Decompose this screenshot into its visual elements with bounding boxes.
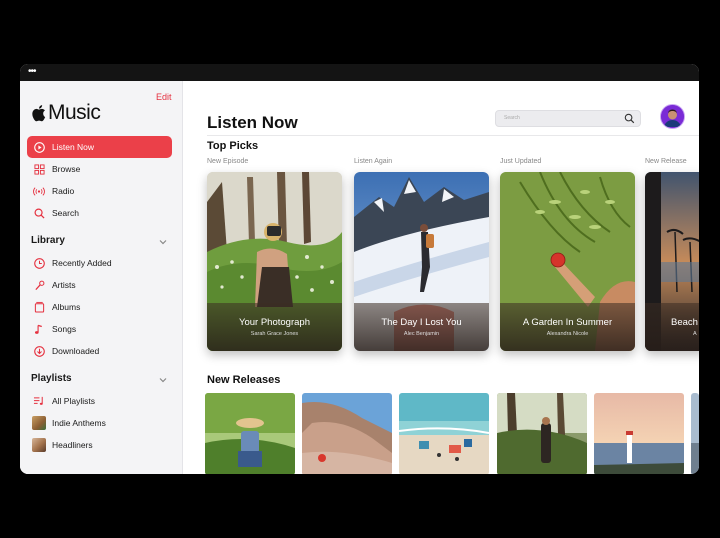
playlist-icon bbox=[32, 394, 46, 408]
sidebar-item-recently-added[interactable]: Recently Added bbox=[27, 252, 172, 274]
card-eyebrow: New Episode bbox=[207, 158, 249, 165]
release-image bbox=[497, 393, 587, 474]
card-eyebrow: Listen Again bbox=[354, 158, 393, 165]
sidebar-item-listen-now[interactable]: Listen Now bbox=[27, 136, 172, 158]
search-icon bbox=[624, 113, 635, 124]
release-image bbox=[691, 393, 699, 474]
card-artist: A bbox=[693, 331, 697, 337]
playlist-artwork bbox=[32, 416, 46, 430]
chevron-down-icon[interactable] bbox=[158, 375, 168, 385]
app-window: ••• Music Edit Listen Now Browse Radio S… bbox=[20, 64, 699, 474]
top-pick-card[interactable]: A Garden In Summer Alexandra Nicole bbox=[500, 172, 635, 351]
microphone-icon bbox=[32, 278, 46, 292]
playlists-heading[interactable]: Playlists bbox=[31, 373, 72, 384]
avatar[interactable] bbox=[660, 104, 685, 129]
sidebar-item-browse[interactable]: Browse bbox=[27, 158, 172, 180]
sidebar-item-label: Artists bbox=[52, 280, 76, 290]
card-artist: Alec Benjamin bbox=[403, 331, 440, 337]
chevron-down-icon[interactable] bbox=[158, 237, 168, 247]
app-name: Music bbox=[48, 101, 101, 124]
sidebar-item-albums[interactable]: Albums bbox=[27, 296, 172, 318]
sidebar-item-radio[interactable]: Radio bbox=[27, 180, 172, 202]
search-icon bbox=[32, 206, 46, 220]
top-pick-card[interactable]: Your Photograph Sarah Grace Jones bbox=[207, 172, 342, 351]
title-bar: ••• bbox=[20, 64, 699, 81]
apple-logo-icon bbox=[32, 105, 46, 122]
sidebar-item-label: Radio bbox=[52, 186, 75, 196]
search-input[interactable]: Search bbox=[495, 110, 641, 127]
card-artist: Sarah Grace Jones bbox=[250, 331, 299, 337]
app-logo: Music bbox=[32, 101, 101, 125]
sidebar-item-label: Recently Added bbox=[52, 258, 112, 268]
avatar-photo bbox=[661, 105, 684, 128]
sidebar-item-search[interactable]: Search bbox=[27, 202, 172, 224]
sidebar-item-label: Indie Anthems bbox=[52, 418, 106, 428]
grid-icon bbox=[32, 162, 46, 176]
search-placeholder: Search bbox=[504, 115, 520, 121]
release-artwork[interactable] bbox=[302, 393, 392, 474]
sidebar-item-label: Downloaded bbox=[52, 346, 100, 356]
download-icon bbox=[32, 344, 46, 358]
release-image bbox=[205, 393, 295, 474]
header-divider bbox=[207, 135, 699, 136]
card-title: Beach bbox=[671, 317, 698, 328]
sidebar-item-label: Browse bbox=[52, 164, 81, 174]
sidebar-item-label: Search bbox=[52, 208, 79, 218]
release-artwork[interactable] bbox=[399, 393, 489, 474]
sidebar-item-indie-anthems[interactable]: Indie Anthems bbox=[27, 412, 172, 434]
top-pick-card[interactable]: The Day I Lost You Alec Benjamin bbox=[354, 172, 489, 351]
top-pick-card[interactable]: Beach A bbox=[645, 172, 699, 351]
release-artwork[interactable] bbox=[594, 393, 684, 474]
sidebar-item-headliners[interactable]: Headliners bbox=[27, 434, 172, 456]
release-artwork[interactable] bbox=[497, 393, 587, 474]
sidebar-item-label: All Playlists bbox=[52, 396, 95, 406]
release-artwork[interactable] bbox=[691, 393, 699, 474]
library-heading[interactable]: Library bbox=[31, 235, 65, 246]
music-note-icon bbox=[32, 322, 46, 336]
window-controls[interactable]: ••• bbox=[28, 66, 36, 77]
release-image bbox=[594, 393, 684, 474]
clock-icon bbox=[32, 256, 46, 270]
new-releases-heading: New Releases bbox=[207, 374, 281, 386]
sidebar-item-label: Headliners bbox=[52, 440, 93, 450]
release-image bbox=[399, 393, 489, 474]
card-eyebrow: Just Updated bbox=[500, 158, 542, 165]
sidebar-item-label: Albums bbox=[52, 302, 81, 312]
sidebar-item-downloaded[interactable]: Downloaded bbox=[27, 340, 172, 362]
sidebar-item-label: Songs bbox=[52, 324, 77, 334]
sidebar-item-artists[interactable]: Artists bbox=[27, 274, 172, 296]
sidebar-item-all-playlists[interactable]: All Playlists bbox=[27, 390, 172, 412]
card-title: A Garden In Summer bbox=[522, 317, 613, 328]
play-circle-icon bbox=[32, 140, 46, 154]
sidebar-item-songs[interactable]: Songs bbox=[27, 318, 172, 340]
sidebar: Music Edit Listen Now Browse Radio Searc… bbox=[20, 81, 183, 474]
card-artist: Alexandra Nicole bbox=[546, 331, 589, 337]
radio-waves-icon bbox=[32, 184, 46, 198]
edit-button[interactable]: Edit bbox=[156, 92, 172, 102]
card-title: Your Photograph bbox=[239, 317, 310, 328]
release-artwork[interactable] bbox=[205, 393, 295, 474]
page-title: Listen Now bbox=[207, 113, 298, 132]
playlist-artwork bbox=[32, 438, 46, 452]
release-image bbox=[302, 393, 392, 474]
sidebar-item-label: Listen Now bbox=[52, 142, 95, 152]
top-picks-heading: Top Picks bbox=[207, 140, 259, 152]
main-content: Listen Now Search Top Picks New Episode … bbox=[183, 81, 699, 474]
card-eyebrow: New Release bbox=[645, 158, 687, 165]
card-title: The Day I Lost You bbox=[381, 317, 462, 328]
album-icon bbox=[32, 300, 46, 314]
